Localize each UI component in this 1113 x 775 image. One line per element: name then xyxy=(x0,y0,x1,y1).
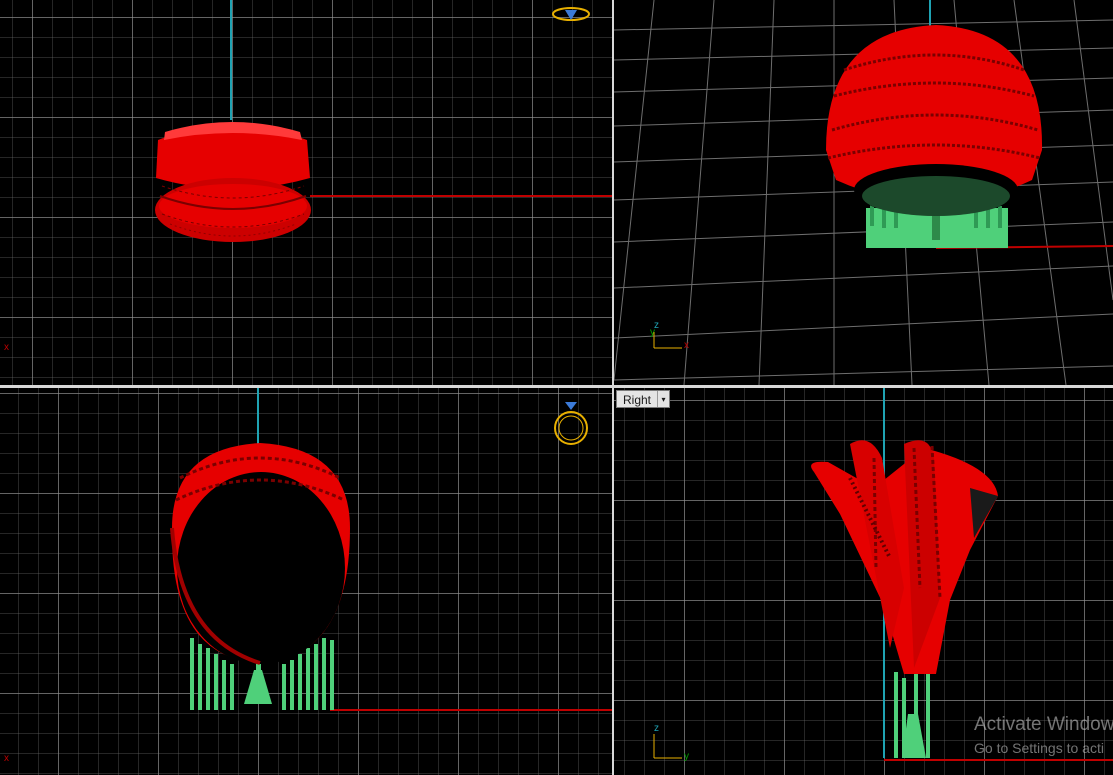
viewport-title-right[interactable]: Right ▾ xyxy=(616,390,671,408)
activation-watermark-title: Activate Window xyxy=(974,714,1113,735)
viewport-right[interactable]: Right ▾ z y Activate Window Go to Settin… xyxy=(614,388,1113,775)
ring-top-icon[interactable] xyxy=(552,7,590,21)
ring-model-perspective[interactable] xyxy=(826,25,1043,216)
support-base xyxy=(894,668,930,758)
top-view-canvas xyxy=(155,0,612,242)
front-view-canvas xyxy=(170,388,612,711)
perspective-view-canvas xyxy=(614,0,1113,385)
chevron-down-icon[interactable]: ▾ xyxy=(657,391,669,407)
x-axis-label: x xyxy=(4,753,9,764)
axis-triad xyxy=(653,734,682,759)
viewport-front[interactable]: x xyxy=(0,388,612,775)
viewport-divider-horizontal[interactable] xyxy=(0,385,1113,388)
activation-watermark-subtitle: Go to Settings to acti xyxy=(974,740,1104,756)
ring-front-icon[interactable] xyxy=(554,402,588,445)
viewport-title-label: Right xyxy=(623,393,652,407)
ring-model-top[interactable] xyxy=(155,122,311,242)
x-axis-label: x xyxy=(4,342,9,353)
axis-triad xyxy=(653,332,682,349)
viewport-perspective[interactable]: z y x xyxy=(614,0,1113,385)
ring-model-right[interactable] xyxy=(811,440,998,674)
viewport-top[interactable]: x xyxy=(0,0,612,385)
ring-model-front[interactable] xyxy=(170,443,350,665)
